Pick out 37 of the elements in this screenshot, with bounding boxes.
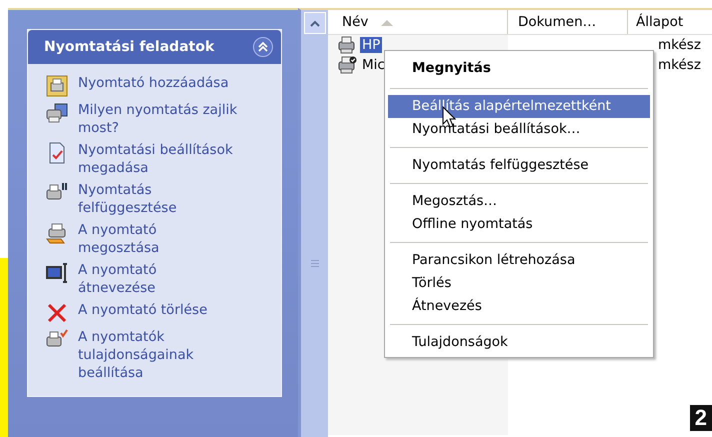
menu-item[interactable]: Offline nyomtatás: [388, 213, 650, 236]
menu-item[interactable]: Parancsikon létrehozása: [388, 249, 650, 272]
scroll-up-button[interactable]: [304, 12, 326, 34]
delete-icon: [46, 302, 68, 324]
menu-item[interactable]: Megosztás…: [388, 190, 650, 213]
printer-status: mkész: [658, 37, 701, 53]
menu-item[interactable]: Nyomtatás felfüggesztése: [388, 154, 650, 177]
column-header[interactable]: Név: [328, 10, 508, 34]
menu-item[interactable]: Beállítás alapértelmezettként: [388, 95, 650, 118]
task-link[interactable]: A nyomtató törlése: [78, 301, 238, 319]
printer-queue-icon: [46, 102, 68, 124]
task-link[interactable]: Nyomtatási beállítások megadása: [78, 141, 238, 177]
task-link[interactable]: Milyen nyomtatás zajlik most?: [78, 101, 238, 137]
menu-item[interactable]: Törlés: [388, 272, 650, 295]
figure-number: 2: [690, 405, 712, 431]
task-link[interactable]: A nyomtató átnevezése: [78, 261, 238, 297]
add-printer-icon: [46, 75, 68, 97]
task-link[interactable]: A nyomtatók tulajdonságainak beállítása: [78, 328, 238, 382]
double-chevron-icon: [257, 41, 269, 53]
caret-up-icon: [310, 20, 320, 26]
menu-item[interactable]: Megnyitás: [388, 54, 650, 82]
menu-item[interactable]: Átnevezés: [388, 295, 650, 318]
monitor-icon: [46, 262, 68, 284]
printer-name[interactable]: HP: [360, 37, 382, 53]
printer-name[interactable]: Mic: [360, 57, 387, 73]
menu-item[interactable]: Tulajdonságok: [388, 331, 650, 354]
column-header[interactable]: Állapot: [628, 10, 712, 34]
menu-item[interactable]: Nyomtatási beállítások…: [388, 118, 650, 141]
shared-printer-icon: [46, 222, 68, 244]
task-link[interactable]: Nyomtató hozzáadása: [78, 74, 238, 92]
task-link[interactable]: A nyomtató megosztása: [78, 221, 238, 257]
vertical-scrollbar[interactable]: [298, 8, 328, 437]
printer-status: mkész: [658, 57, 701, 73]
task-link[interactable]: Nyomtatás felfüggesztése: [78, 181, 238, 217]
collapse-button[interactable]: [253, 37, 273, 57]
column-header[interactable]: Dokumen…: [508, 10, 628, 34]
task-panel-title: Nyomtatási feladatok: [44, 39, 214, 55]
